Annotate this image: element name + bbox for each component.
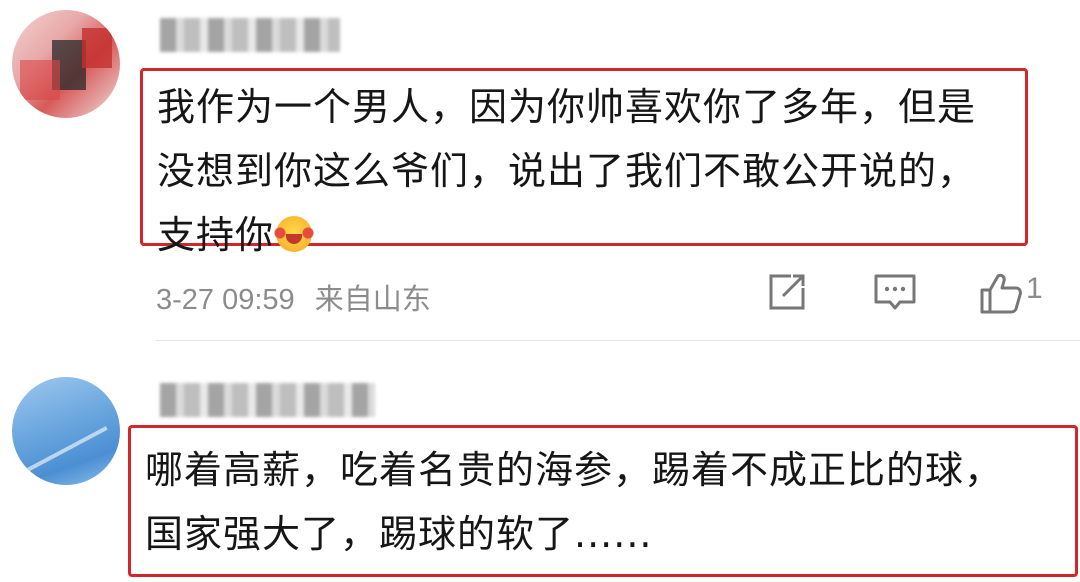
- avatar[interactable]: [12, 377, 120, 485]
- thumbs-up-icon: [980, 273, 1022, 314]
- reply-button[interactable]: [872, 270, 918, 316]
- comment-text-line: 哪着高薪，吃着名贵的海参，踢着不成正比的球，: [145, 448, 1004, 492]
- divider: [156, 340, 1080, 341]
- comment-item-1: 我作为一个男人，因为你帅喜欢你了多年，但是 没想到你这么爷们，说出了我们不敢公开…: [0, 0, 1080, 345]
- comment-text-line: 我作为一个男人，因为你帅喜欢你了多年，但是: [157, 85, 977, 129]
- comment-text-line: 国家强大了，踢球的软了......: [145, 512, 653, 556]
- avatar[interactable]: [12, 10, 120, 118]
- comment-time: 3-27 09:59: [156, 284, 295, 316]
- share-icon: [769, 274, 805, 310]
- comment-location: 来自山东: [314, 284, 431, 316]
- comment-meta: 3-27 09:59 来自山东: [156, 276, 431, 318]
- share-button[interactable]: [765, 270, 809, 316]
- like-button[interactable]: 1: [978, 270, 1060, 316]
- username-blurred[interactable]: [160, 18, 340, 52]
- comment-text-highlighted: 我作为一个男人，因为你帅喜欢你了多年，但是 没想到你这么爷们，说出了我们不敢公开…: [140, 68, 1028, 257]
- crying-laughing-face-icon: [272, 216, 317, 252]
- comment-text-line: 支持你: [157, 213, 275, 257]
- comment-item-2: 哪着高薪，吃着名贵的海参，踢着不成正比的球， 国家强大了，踢球的软了......: [0, 345, 1080, 582]
- username-blurred[interactable]: [160, 383, 375, 417]
- comment-icon: [874, 274, 916, 310]
- comment-text-highlighted: 哪着高薪，吃着名贵的海参，踢着不成正比的球， 国家强大了，踢球的软了......: [128, 425, 1078, 577]
- comment-text-line: 没想到你这么爷们，说出了我们不敢公开说的，: [157, 149, 977, 193]
- like-count: 1: [1026, 272, 1043, 305]
